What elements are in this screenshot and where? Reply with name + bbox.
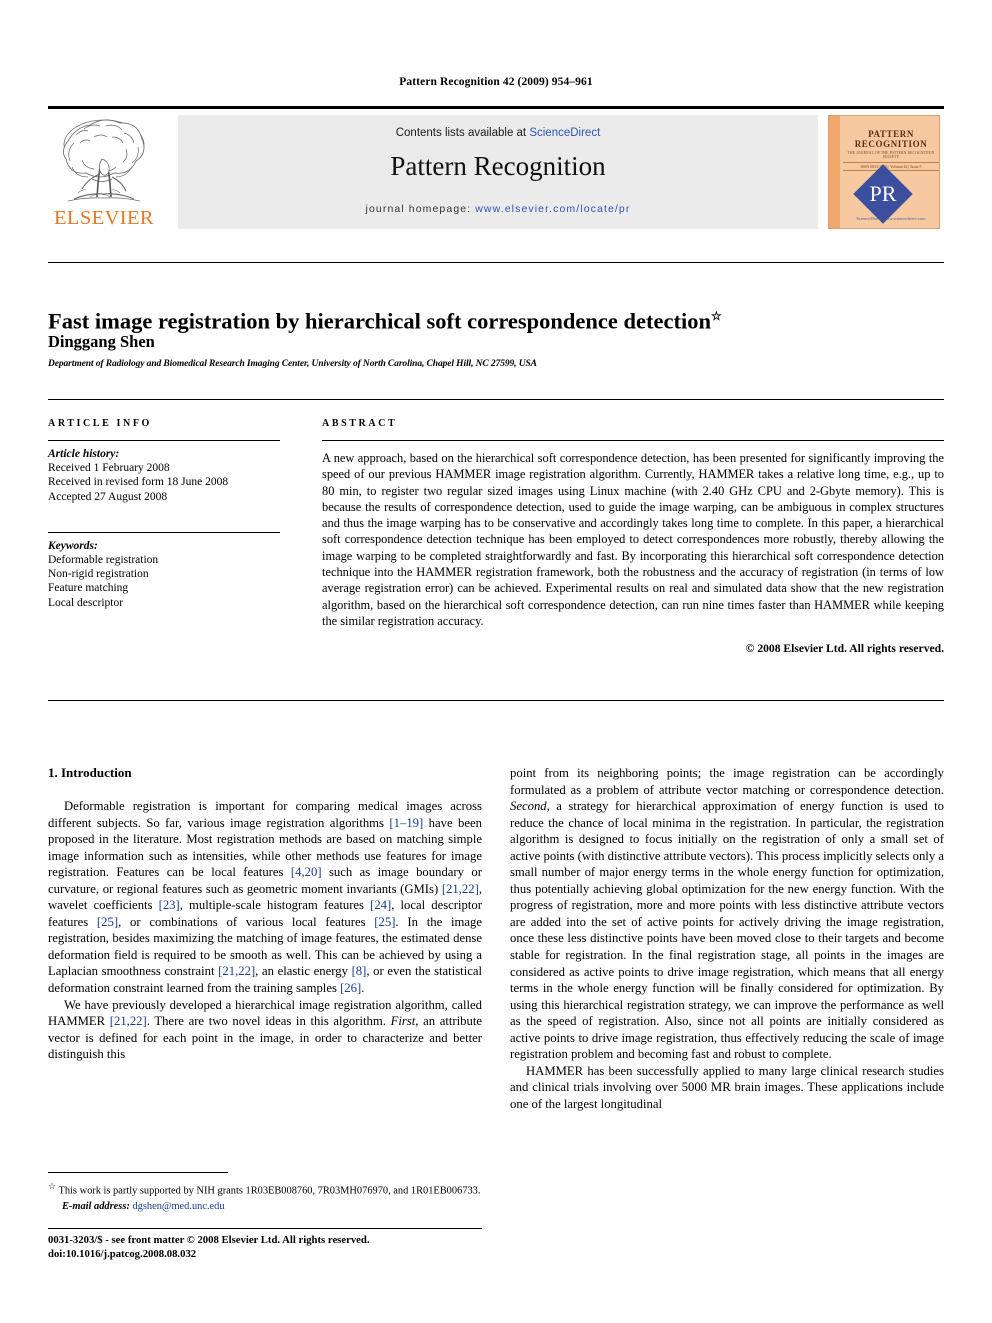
- keywords-rule: [48, 531, 280, 533]
- footnote-divider: [48, 1172, 228, 1173]
- running-head: Pattern Recognition 42 (2009) 954–961: [399, 76, 593, 88]
- article-history-item: Received 1 February 2008: [48, 462, 170, 475]
- article-info-column: ARTICLE INFO Article history: Received 1…: [48, 418, 280, 610]
- footnote-block: ☆ This work is partly supported by NIH g…: [48, 1180, 482, 1213]
- citation-link[interactable]: [21,22]: [442, 882, 479, 896]
- paragraph-text: HAMMER has been successfully applied to …: [510, 1063, 944, 1111]
- email-address-link[interactable]: dgshen@med.unc.edu: [132, 1201, 224, 1212]
- doi-line: doi:10.1016/j.patcog.2008.08.032: [48, 1247, 197, 1260]
- contents-available-line: Contents lists available at ScienceDirec…: [178, 127, 818, 139]
- author-affiliation: Department of Radiology and Biomedical R…: [48, 359, 537, 369]
- abstract-bottom-divider: [48, 700, 944, 701]
- cover-monogram: PR: [869, 181, 897, 206]
- copyright-line: © 2008 Elsevier Ltd. All rights reserved…: [745, 642, 944, 656]
- section-heading-introduction: 1. Introduction: [48, 765, 132, 780]
- citation-link[interactable]: [25]: [97, 915, 118, 929]
- paragraph-text: , an elastic energy: [255, 964, 352, 979]
- funding-note-text: This work is partly supported by NIH gra…: [58, 1185, 481, 1197]
- journal-title: Pattern Recognition: [390, 151, 606, 181]
- body-paragraph: HAMMER has been successfully applied to …: [510, 1063, 944, 1113]
- article-info-heading: ARTICLE INFO: [48, 418, 152, 429]
- elsevier-tree-icon: [54, 115, 154, 207]
- cover-spine: [829, 116, 840, 228]
- citation-link[interactable]: [26]: [340, 981, 361, 995]
- left-column-paragraphs: Deformable registration is important for…: [48, 798, 482, 1063]
- article-history-item: Received in revised form 18 June 2008: [48, 476, 229, 489]
- article-history-label: Article history:: [48, 448, 120, 460]
- email-label: E-mail address:: [62, 1200, 130, 1212]
- article-history-block: Article history: Received 1 February 200…: [48, 447, 280, 504]
- body-paragraph: point from its neighboring points; the i…: [510, 765, 944, 1063]
- paragraph-text: , or combinations of various local featu…: [118, 914, 375, 929]
- journal-masthead: ELSEVIER Contents lists available at Sci…: [48, 106, 944, 235]
- emphasis-text: First: [390, 1014, 416, 1029]
- masthead-gray-box: Contents lists available at ScienceDirec…: [178, 115, 818, 229]
- homepage-label: journal homepage:: [365, 203, 476, 215]
- elsevier-wordmark: ELSEVIER: [54, 207, 154, 229]
- info-divider: [48, 399, 944, 400]
- keyword-item: Non-rigid registration: [48, 568, 149, 581]
- body-paragraph: Deformable registration is important for…: [48, 798, 482, 997]
- paragraph-text: , multiple-scale histogram features: [179, 898, 371, 913]
- paragraph-text: . There are two novel ideas in this algo…: [146, 1014, 391, 1029]
- body-column-left: 1. Introduction Deformable registration …: [48, 765, 482, 1063]
- citation-link[interactable]: [1–19]: [389, 816, 423, 830]
- cover-diamond-logo: PR: [853, 164, 913, 224]
- citation-link[interactable]: [21,22]: [218, 964, 255, 978]
- body-paragraph: We have previously developed a hierarchi…: [48, 997, 482, 1063]
- cover-subtitle: THE JOURNAL OF THE PATTERN RECOGNITION S…: [847, 151, 935, 159]
- email-line: E-mail address: dgshen@med.unc.edu: [48, 1200, 482, 1214]
- keywords-block: Keywords: Deformable registration Non-ri…: [48, 539, 280, 610]
- page-footer: 0031-3203/$ - see front matter © 2008 El…: [48, 1234, 648, 1261]
- cover-issue-line: ISSN 0031-3203 | Volume 42 | Issue 5: [843, 162, 939, 171]
- paragraph-text: , a strategy for hierarchical approximat…: [510, 799, 944, 1062]
- abstract-rule: [322, 440, 944, 441]
- article-title-text: Fast image registration by hierarchical …: [48, 308, 712, 334]
- paragraph-text: .: [361, 981, 365, 996]
- emphasis-text: Second: [510, 799, 547, 814]
- keyword-item: Deformable registration: [48, 554, 159, 567]
- journal-article-page: Pattern Recognition 42 (2009) 954–961 EL…: [0, 0, 992, 1323]
- abstract-heading: ABSTRACT: [322, 418, 398, 429]
- body-column-right: point from its neighboring points; the i…: [510, 765, 944, 1112]
- citation-link[interactable]: [23]: [159, 898, 180, 912]
- page-title: Fast image registration by hierarchical …: [48, 303, 848, 335]
- article-history-item: Accepted 27 August 2008: [48, 490, 168, 503]
- title-divider: [48, 262, 944, 263]
- citation-link[interactable]: [21,22]: [110, 1014, 147, 1028]
- footnote-marker-icon: ☆: [48, 1181, 57, 1191]
- journal-cover-thumbnail: PATTERN RECOGNITION THE JOURNAL OF THE P…: [828, 115, 940, 229]
- author-name: Dinggang Shen: [48, 332, 155, 351]
- funding-note: ☆ This work is partly supported by NIH g…: [48, 1180, 482, 1198]
- title-footnote-marker[interactable]: ☆: [711, 309, 722, 323]
- citation-link[interactable]: [4,20]: [291, 865, 322, 879]
- abstract-text: A new approach, based on the hierarchica…: [322, 451, 944, 628]
- paragraph-text: point from its neighboring points; the i…: [510, 766, 944, 797]
- citation-link[interactable]: [8]: [352, 964, 367, 978]
- keyword-item: Local descriptor: [48, 596, 124, 609]
- contents-prefix: Contents lists available at: [395, 127, 530, 139]
- homepage-url-link[interactable]: www.elsevier.com/locate/pr: [475, 203, 630, 215]
- journal-homepage-line: journal homepage: www.elsevier.com/locat…: [178, 203, 818, 215]
- citation-link[interactable]: [25]: [374, 915, 395, 929]
- abstract-column: ABSTRACT A new approach, based on the hi…: [322, 418, 944, 655]
- issn-copyright-line: 0031-3203/$ - see front matter © 2008 El…: [48, 1234, 370, 1246]
- footer-divider: [48, 1228, 482, 1229]
- sciencedirect-link[interactable]: ScienceDirect: [529, 127, 600, 139]
- elsevier-logo: ELSEVIER: [50, 115, 158, 233]
- cover-sciencedirect-mark: ScienceDirect www.sciencedirect.com: [856, 216, 926, 221]
- citation-link[interactable]: [24]: [370, 898, 391, 912]
- keywords-label: Keywords:: [48, 539, 98, 552]
- cover-title: PATTERN RECOGNITION: [854, 129, 928, 149]
- article-info-rule: [48, 440, 280, 441]
- right-column-paragraphs: point from its neighboring points; the i…: [510, 765, 944, 1112]
- keyword-item: Feature matching: [48, 582, 129, 595]
